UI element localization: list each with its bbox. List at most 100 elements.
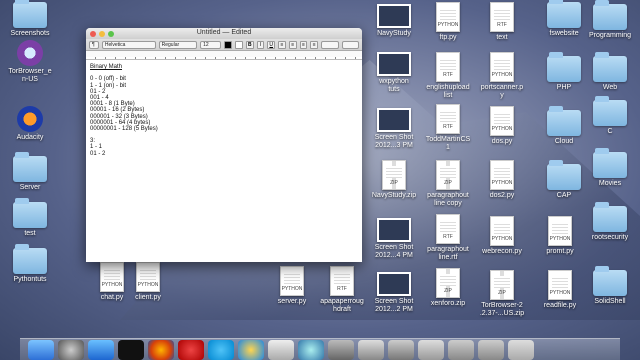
python-file-icon: PYTHON (548, 216, 572, 246)
ruler[interactable] (86, 51, 362, 60)
desktop-item-programming[interactable]: Programming (580, 0, 640, 40)
desktop-item-label: TorBrowser-2 .2.37-...US.zip (479, 302, 525, 317)
desktop-item-rootsecurity[interactable]: rootsecurity (580, 202, 640, 242)
font-style-select[interactable]: Regular (158, 40, 198, 49)
window-thumbnail-icon[interactable] (388, 340, 414, 360)
trash-icon[interactable] (508, 340, 534, 360)
desktop-item-label: C (607, 128, 613, 135)
folder-icon (13, 244, 47, 274)
desktop-item-navystudy[interactable]: NavyStudy (364, 4, 424, 38)
desktop-item-screenshot-2pm[interactable]: Screen Shot 2012...2 PM (364, 272, 424, 314)
python-file-icon: PYTHON (490, 106, 514, 136)
align-right-icon[interactable]: ≡ (299, 40, 308, 49)
underline-button[interactable]: U (267, 40, 276, 49)
rtf-file-icon: RTF (436, 52, 460, 82)
desktop-item-screenshot-3pm[interactable]: Screen Shot 2012...3 PM (364, 108, 424, 150)
desktop-item-ftp-py[interactable]: PYTHON ftp.py (418, 2, 478, 42)
desktop-item-label: Screenshots (10, 30, 50, 37)
align-center-icon[interactable]: ≡ (288, 40, 297, 49)
desktop-item-label: Web (602, 84, 618, 91)
highlight-color-button[interactable] (235, 40, 243, 49)
desktop-item-label: Movies (598, 180, 622, 187)
window-thumbnail-icon[interactable] (448, 340, 474, 360)
desktop-item-label: dos2.py (489, 192, 515, 199)
desktop-item-label: promt.py (546, 248, 574, 255)
desktop-item-server[interactable]: Server (0, 152, 60, 192)
desktop-item-englishupload[interactable]: RTF englishupload list (418, 52, 478, 100)
paragraph-styles-button[interactable]: ¶ (89, 40, 99, 49)
window-thumbnail-icon[interactable] (418, 340, 444, 360)
window-title: Untitled — Edited (196, 29, 252, 36)
desktop-item-client-py[interactable]: PYTHON client.py (118, 262, 178, 302)
desktop-item-torbrowser-zip[interactable]: ZIP TorBrowser-2 .2.37-...US.zip (472, 270, 532, 318)
opera-icon[interactable] (178, 340, 204, 360)
finder-icon[interactable] (28, 340, 54, 360)
desktop-item-label: client.py (135, 294, 161, 301)
python-file-icon: PYTHON (490, 160, 514, 190)
desktop-item-dos-py[interactable]: PYTHON dos.py (472, 106, 532, 146)
screenshot-thumbnail (377, 52, 411, 76)
desktop-item-label: portscanner.p y (480, 84, 524, 99)
desktop-item-solidshell[interactable]: SolidShell (580, 266, 640, 306)
audacity-icon (17, 106, 43, 132)
desktop-item-label: text (496, 34, 508, 41)
desktop-item-navystudy-zip[interactable]: ZIP NavyStudy.zip (364, 160, 424, 200)
desktop-item-torbrowser[interactable]: TorBrowser_e n-US (0, 40, 60, 84)
desktop-item-audacity[interactable]: Audacity (0, 106, 60, 142)
desktop-item-screenshots[interactable]: Screenshots (0, 0, 60, 38)
dock (20, 338, 620, 360)
italic-button[interactable]: I (256, 40, 265, 49)
python-launcher-icon[interactable] (238, 340, 264, 360)
desktop-item-text[interactable]: RTF text (472, 2, 532, 42)
folder-icon (593, 266, 627, 296)
rtf-file-icon: RTF (436, 214, 460, 244)
desktop-item-label: rootsecurity (591, 234, 629, 241)
textedit-icon[interactable] (268, 340, 294, 360)
list-bullets-select[interactable] (341, 40, 359, 49)
desktop-item-web[interactable]: Web (580, 52, 640, 92)
desktop-item-paragraph-rtf[interactable]: RTF paragraphout line.rtf (418, 214, 478, 262)
desktop-item-toddmartin[interactable]: RTF ToddMartinCS 1 (418, 104, 478, 152)
desktop-item-pythontuts[interactable]: Pythontuts (0, 244, 60, 284)
folder-icon (13, 0, 47, 28)
document-body[interactable]: Binary Math 0 - 0 (off) - bit 1 - 1 (on) -… (86, 60, 362, 161)
desktop-item-label: test (24, 230, 36, 237)
font-size-select[interactable]: 12 (200, 40, 222, 49)
desktop-item-label: CAP (556, 192, 572, 199)
python-file-icon: PYTHON (490, 216, 514, 246)
align-left-icon[interactable]: ≡ (278, 40, 286, 49)
justify-icon[interactable]: ≡ (310, 40, 319, 49)
terminal-icon[interactable] (118, 340, 144, 360)
python-file-icon: PYTHON (490, 52, 514, 82)
firefox-icon[interactable] (148, 340, 174, 360)
desktop-item-label: Cloud (554, 138, 574, 145)
tor-onion-icon (17, 40, 43, 66)
desktop-item-xenforo[interactable]: ZIP xenforo.zip (418, 268, 478, 308)
window-thumbnail-icon[interactable] (328, 340, 354, 360)
desktop-item-test[interactable]: test (0, 198, 60, 238)
window-titlebar[interactable]: Untitled — Edited (86, 28, 362, 39)
desktop-item-label: Server (19, 184, 41, 191)
app-store-icon[interactable] (88, 340, 114, 360)
launchpad-icon[interactable] (58, 340, 84, 360)
desktop-item-wxpython[interactable]: wxpython tuts (364, 52, 424, 94)
bold-button[interactable]: B (245, 40, 254, 49)
desktop-item-dos2-py[interactable]: PYTHON dos2.py (472, 160, 532, 200)
desktop-item-webrecon[interactable]: PYTHON webrecon.py (472, 216, 532, 256)
desktop-item-portscanner[interactable]: PYTHON portscanner.p y (472, 52, 532, 100)
skype-icon[interactable] (208, 340, 234, 360)
desktop-item-screenshot-4pm[interactable]: Screen Shot 2012...4 PM (364, 218, 424, 260)
screenshot-thumbnail (377, 108, 411, 132)
folder-icon (547, 160, 581, 190)
desktop-item-paragraph-copy[interactable]: ZIP paragraphout line copy (418, 160, 478, 208)
line-spacing-select[interactable] (321, 40, 339, 49)
desktop-item-movies[interactable]: Movies (580, 148, 640, 188)
font-family-select[interactable]: Helvetica (101, 40, 156, 49)
window-thumbnail-icon[interactable] (358, 340, 384, 360)
text-color-button[interactable] (224, 40, 233, 49)
zip-file-icon: ZIP (436, 268, 460, 298)
window-thumbnail-icon[interactable] (478, 340, 504, 360)
safari-icon[interactable] (298, 340, 324, 360)
desktop-item-c[interactable]: C (580, 96, 640, 136)
desktop-item-label: webrecon.py (482, 248, 522, 255)
